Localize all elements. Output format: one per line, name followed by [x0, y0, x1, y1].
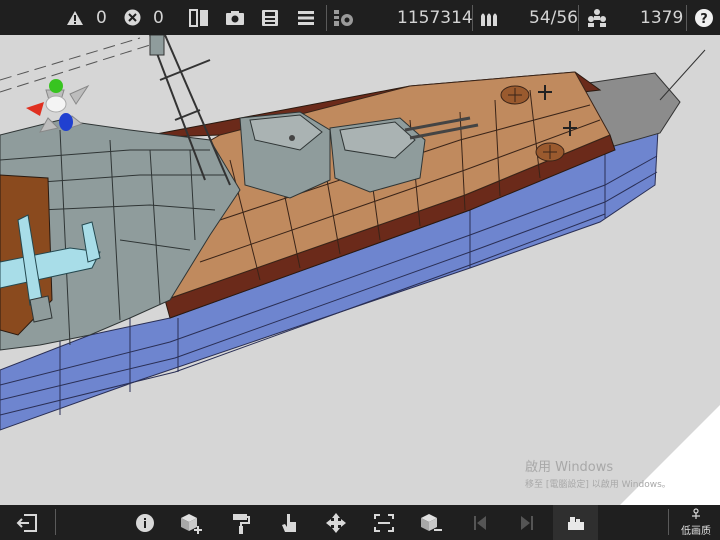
crew-icon	[588, 8, 606, 27]
select-button[interactable]	[273, 505, 307, 540]
parts-library-button[interactable]	[553, 505, 598, 540]
mirror-button[interactable]	[189, 0, 209, 35]
help-button[interactable]: ?	[694, 0, 714, 35]
menu-icon	[298, 10, 314, 25]
screenshot-button[interactable]	[225, 0, 245, 35]
undo-icon	[474, 515, 486, 530]
main-menu-button[interactable]	[297, 0, 315, 35]
quality-icon	[692, 508, 700, 519]
exit-icon	[16, 513, 37, 532]
warning-icon	[67, 10, 83, 25]
redo-button[interactable]	[510, 505, 544, 540]
ship-model[interactable]	[0, 35, 720, 505]
mirror-icon	[189, 8, 208, 27]
error-icon	[124, 9, 141, 26]
watermark-line2: 移至 [電腦設定] 以啟用 Windows。	[525, 480, 671, 490]
ammo-value-wrap: 54/56	[529, 0, 578, 35]
undo-button[interactable]	[463, 505, 497, 540]
help-icon: ?	[695, 8, 713, 27]
parts-icon	[567, 516, 584, 530]
weight-value: 1157314	[397, 7, 473, 28]
quality-toggle-button[interactable]: 低画质	[676, 505, 716, 540]
save-icon	[262, 9, 278, 26]
info-icon	[136, 513, 154, 532]
light-glare	[620, 405, 720, 505]
aa-gun-2	[535, 142, 565, 162]
weight-indicator[interactable]	[333, 0, 355, 35]
warnings-indicator[interactable]: 0	[66, 0, 107, 35]
remove-part-button[interactable]	[414, 505, 448, 540]
crew-indicator[interactable]	[586, 0, 608, 35]
add-block-icon	[181, 513, 202, 534]
weight-icon	[334, 9, 353, 26]
aa-gun-1	[500, 85, 530, 105]
exit-button[interactable]	[10, 505, 44, 540]
camera-icon	[226, 10, 244, 25]
errors-count: 0	[153, 7, 164, 28]
svg-text:?: ?	[700, 12, 708, 27]
hand-pointer-icon	[282, 513, 296, 532]
scale-icon	[374, 513, 394, 532]
top-status-bar: 0 0 1157314 54/56 1379 ?	[0, 0, 720, 35]
warnings-count: 0	[96, 7, 107, 28]
ammo-icon	[481, 13, 497, 26]
weight-value-wrap: 1157314	[397, 0, 473, 35]
ammo-indicator[interactable]	[479, 0, 499, 35]
errors-indicator[interactable]: 0	[124, 0, 164, 35]
remove-block-icon	[421, 513, 442, 531]
windows-activation-watermark: 啟用 Windows 移至 [電腦設定] 以啟用 Windows。	[525, 456, 671, 490]
crew-value-wrap: 1379	[640, 0, 683, 35]
watermark-line1: 啟用 Windows	[525, 460, 614, 475]
quality-label: 低画质	[681, 526, 711, 537]
bottom-toolbar: 低画质	[0, 505, 720, 540]
viewport-3d[interactable]: 啟用 Windows 移至 [電腦設定] 以啟用 Windows。	[0, 35, 720, 505]
info-button[interactable]	[128, 505, 162, 540]
save-button[interactable]	[261, 0, 279, 35]
ammo-value: 54/56	[529, 7, 578, 28]
move-arrows-icon	[326, 512, 346, 533]
crew-value: 1379	[640, 7, 684, 28]
paint-roller-icon	[233, 513, 250, 534]
move-button[interactable]	[319, 505, 353, 540]
add-part-button[interactable]	[174, 505, 208, 540]
scale-button[interactable]	[367, 505, 401, 540]
redo-icon	[521, 515, 533, 530]
paint-button[interactable]	[224, 505, 258, 540]
main-turret-1	[239, 111, 331, 199]
